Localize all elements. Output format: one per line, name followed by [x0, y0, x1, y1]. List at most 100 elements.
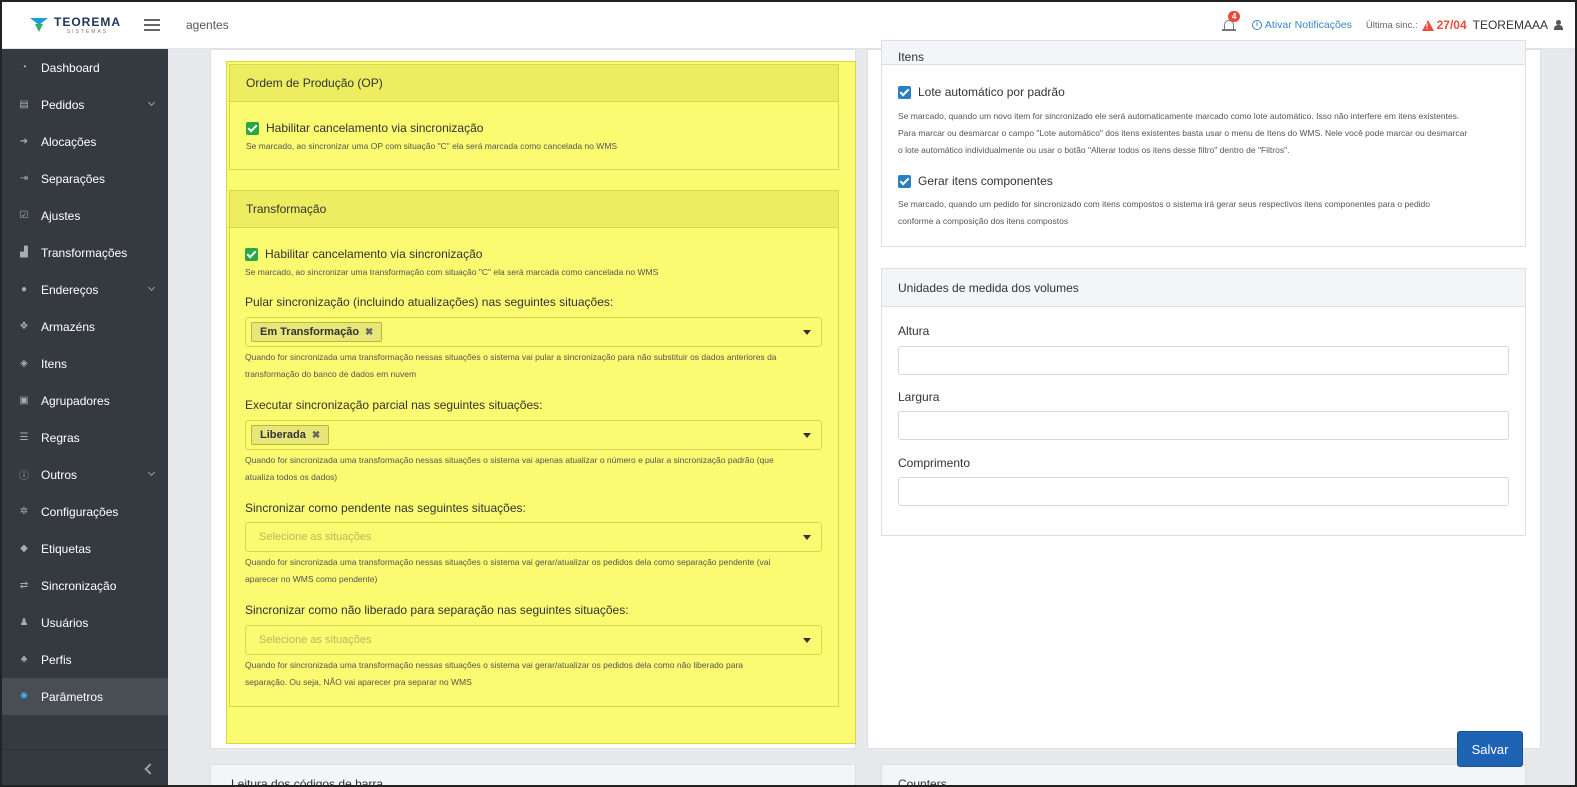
sidebar-item-usuarios[interactable]: ♟ Usuários — [2, 604, 168, 641]
sidebar: ◔ Dashboard ▤ Pedidos ➜ Alocações ⇥ Separaçõ… — [2, 49, 168, 785]
brand-subtitle: SISTEMAS — [66, 29, 109, 35]
sidebar-item-label: Separações — [41, 171, 106, 186]
bell-icon[interactable]: 4 — [1221, 11, 1241, 33]
counters-card: Counters — [881, 764, 1526, 787]
sidebar-item-enderecos[interactable]: ● Endereços — [2, 271, 168, 308]
sidebar-item-label: Transformações — [41, 245, 128, 260]
sidebar-item-label: Itens — [41, 356, 68, 371]
length-input[interactable] — [898, 477, 1509, 506]
op-cancel-checkbox-row[interactable]: Habilitar cancelamento via sincronização — [246, 121, 483, 135]
sidebar-item-armazens[interactable]: ❖ Armazéns — [2, 308, 168, 345]
barcode-card: Leitura dos códigos de barra — [210, 764, 856, 787]
chevron-down-icon — [147, 283, 156, 292]
components-help-1: Se marcado, quando um pedido for sincron… — [898, 199, 1431, 209]
sidebar-item-separacoes[interactable]: ⇥ Separações — [2, 160, 168, 197]
chevron-down-icon — [147, 468, 156, 477]
list-ul-icon: ☰ — [19, 432, 29, 443]
users-icon: ♣ — [20, 654, 28, 665]
partial-sync-help-2: atualiza todos os dados) — [245, 472, 338, 482]
skip-sync-tag[interactable]: Em Transformação ✖ — [251, 322, 383, 342]
lote-help-3: o lote automático individualmente ou usa… — [898, 145, 1290, 155]
tags-icon: ◆ — [20, 543, 28, 554]
skip-sync-select[interactable]: Em Transformação ✖ — [245, 317, 822, 347]
cubes-icon: ❖ — [19, 321, 29, 332]
transform-card-title: Transformação — [230, 191, 838, 228]
user-name[interactable]: TEOREMAAA — [1473, 18, 1548, 32]
caret-down-icon[interactable] — [803, 433, 811, 438]
cube-icon: ◈ — [20, 358, 28, 369]
op-cancel-checkbox[interactable] — [246, 121, 259, 135]
sidebar-item-label: Sincronização — [41, 578, 117, 593]
remove-tag-icon[interactable]: ✖ — [312, 430, 320, 441]
enable-notifications-link[interactable]: i Ativar Notificações — [1251, 19, 1352, 31]
sidebar-item-alocacoes[interactable]: ➜ Alocações — [2, 123, 168, 160]
sidebar-item-sincronizacao[interactable]: ⇄ Sincronização — [2, 567, 168, 604]
chevron-down-icon — [147, 98, 156, 107]
page-title: agentes — [186, 18, 229, 32]
height-input[interactable] — [898, 346, 1509, 375]
user-icon[interactable] — [1554, 20, 1563, 30]
transform-cancel-help: Se marcado, ao sincronizar uma transform… — [245, 267, 659, 277]
save-button[interactable]: Salvar — [1457, 731, 1523, 767]
object-group-icon: ▣ — [19, 395, 29, 406]
sidebar-item-label: Agrupadores — [41, 393, 110, 408]
menu-toggle-icon[interactable] — [144, 19, 160, 31]
lote-help-1: Se marcado, quando um novo item for sinc… — [898, 111, 1460, 121]
lote-label: Lote automático por padrão — [918, 85, 1065, 99]
sidebar-item-parametros[interactable]: ✹ Parâmetros — [2, 678, 168, 715]
last-sync-date: 27/04 — [1436, 18, 1467, 32]
sidebar-item-itens[interactable]: ◈ Itens — [2, 345, 168, 382]
sidebar-item-etiquetas[interactable]: ◆ Etiquetas — [2, 530, 168, 567]
components-checkbox[interactable] — [898, 174, 911, 188]
sidebar-item-transformacoes[interactable]: ▟ Transformações — [2, 234, 168, 271]
remove-tag-icon[interactable]: ✖ — [365, 327, 373, 338]
transform-cancel-checkbox-row[interactable]: Habilitar cancelamento via sincronização — [245, 247, 482, 261]
components-checkbox-row[interactable]: Gerar itens componentes — [898, 174, 1053, 188]
exchange-icon: ⇄ — [19, 580, 29, 591]
sidebar-item-regras[interactable]: ☰ Regras — [2, 419, 168, 456]
width-label: Largura — [898, 390, 940, 404]
cog-icon: ✹ — [19, 691, 29, 702]
sidebar-item-configuracoes[interactable]: ✲ Configurações — [2, 493, 168, 530]
check-square-icon: ☑ — [19, 210, 29, 221]
sidebar-item-label: Dashboard — [41, 60, 100, 75]
bar-chart-icon: ▟ — [20, 247, 28, 258]
last-sync-label: Última sinc.: — [1365, 19, 1418, 31]
sidebar-item-ajustes[interactable]: ☑ Ajustes — [2, 197, 168, 234]
transform-cancel-checkbox[interactable] — [245, 247, 258, 261]
sidebar-item-outros[interactable]: ⓘ Outros — [2, 456, 168, 493]
caret-down-icon[interactable] — [803, 535, 811, 540]
lote-checkbox-row[interactable]: Lote automático por padrão — [898, 85, 1065, 99]
components-label: Gerar itens componentes — [918, 174, 1053, 188]
enable-notifications-label: Ativar Notificações — [1264, 19, 1352, 31]
pending-sync-placeholder: Selecione as situações — [259, 531, 372, 543]
skip-sync-label: Pular sincronização (incluindo atualizaç… — [245, 295, 614, 309]
sidebar-item-label: Configurações — [41, 504, 119, 519]
counters-card-title: Counters — [898, 777, 947, 787]
user-icon: ♟ — [19, 617, 29, 628]
partial-sync-tag[interactable]: Liberada ✖ — [251, 425, 330, 445]
not-released-placeholder: Selecione as situações — [259, 634, 372, 646]
sidebar-item-pedidos[interactable]: ▤ Pedidos — [2, 86, 168, 123]
sidebar-item-perfis[interactable]: ♣ Perfis — [2, 641, 168, 678]
brand-name: TEOREMA — [54, 15, 121, 29]
app-window: TEOREMA SISTEMAS agentes 4 i Ativar Noti… — [0, 0, 1577, 787]
skip-sync-help-2: transformação do banco de dados em nuvem — [245, 369, 417, 379]
sidebar-item-label: Regras — [41, 430, 80, 445]
info-icon: i — [1251, 20, 1262, 30]
not-released-select[interactable]: Selecione as situações — [245, 625, 822, 655]
components-help-2: conforme a composição dos itens composto… — [898, 216, 1069, 226]
sidebar-item-label: Parâmetros — [41, 689, 104, 704]
sidebar-item-agrupadores[interactable]: ▣ Agrupadores — [2, 382, 168, 419]
sidebar-item-dashboard[interactable]: ◔ Dashboard — [2, 49, 168, 86]
width-input[interactable] — [898, 411, 1509, 440]
pending-sync-select[interactable]: Selecione as situações — [245, 522, 822, 552]
caret-down-icon[interactable] — [803, 638, 811, 643]
caret-down-icon[interactable] — [803, 330, 811, 335]
sidebar-item-label: Perfis — [41, 652, 72, 667]
lote-help-2: Para marcar ou desmarcar o campo "Lote a… — [898, 128, 1468, 138]
partial-sync-select[interactable]: Liberada ✖ — [245, 420, 822, 450]
barcode-card-title: Leitura dos códigos de barra — [231, 777, 384, 787]
lote-checkbox[interactable] — [898, 85, 911, 99]
sidebar-item-label: Alocações — [41, 134, 97, 149]
